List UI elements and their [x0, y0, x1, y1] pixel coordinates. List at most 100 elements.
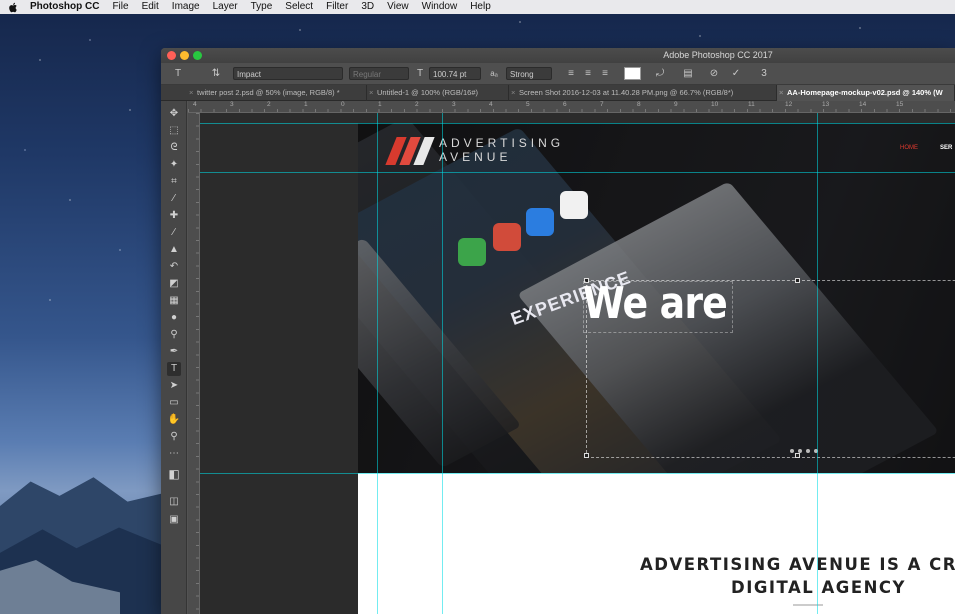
tab-screen-shot[interactable]: × Screen Shot 2016-12-03 at 11.40.28 PM.… — [509, 85, 777, 101]
ruler-number: 11 — [748, 101, 755, 108]
close-tab-icon[interactable]: × — [189, 85, 193, 101]
horizontal-ruler: 4 3 2 1 0 1 2 3 4 5 6 7 8 9 10 11 12 13 … — [188, 101, 955, 113]
dodge-tool-icon[interactable]: ⚲ — [167, 328, 181, 342]
guide-line[interactable] — [200, 123, 955, 124]
window-titlebar[interactable]: Adobe Photoshop CC 2017 — [161, 48, 955, 63]
guide-line[interactable] — [377, 113, 378, 614]
warp-text-icon[interactable]: ⤾ — [653, 67, 667, 80]
carousel-dot[interactable] — [806, 449, 810, 453]
text-color-swatch[interactable] — [624, 67, 641, 80]
canvas-pasteboard[interactable]: EXPERIENCE ADVERTISING AVENUE HOME SER W… — [200, 113, 955, 614]
menu-select[interactable]: Select — [285, 0, 313, 14]
guide-line[interactable] — [442, 113, 443, 614]
foreground-background-color-icon[interactable]: ◧ — [167, 467, 181, 481]
marquee-tool-icon[interactable]: ⬚ — [167, 124, 181, 138]
align-right-icon[interactable]: ≡ — [598, 67, 612, 80]
font-family-select[interactable]: Impact — [233, 67, 343, 80]
hero-headline[interactable]: We are — [583, 278, 728, 329]
hand-tool-icon[interactable]: ✋ — [167, 413, 181, 427]
crop-tool-icon[interactable]: ⌗ — [167, 175, 181, 189]
blur-tool-icon[interactable]: ● — [167, 311, 181, 325]
nav-services-link[interactable]: SER — [940, 145, 952, 151]
more-tools-icon[interactable]: ⋯ — [167, 447, 181, 461]
document-canvas[interactable]: EXPERIENCE ADVERTISING AVENUE HOME SER W… — [358, 123, 955, 614]
menu-edit[interactable]: Edit — [142, 0, 159, 14]
character-panel-icon[interactable]: ▤ — [681, 67, 695, 80]
rectangle-tool-icon[interactable]: ▭ — [167, 396, 181, 410]
cancel-edit-icon[interactable]: ⊘ — [707, 67, 721, 80]
tools-panel: ✥ ⬚ ᘓ ✦ ⌗ ⁄ ✚ ∕ ▲ ↶ ◩ ▦ ● ⚲ ✒ T ➤ ▭ ✋ ⚲ … — [161, 101, 187, 614]
eyedropper-tool-icon[interactable]: ⁄ — [167, 192, 181, 206]
guide-line[interactable] — [200, 172, 955, 173]
tab-label: Screen Shot 2016-12-03 at 11.40.28 PM.pn… — [519, 88, 734, 97]
safari-app-icon — [526, 208, 554, 236]
carousel-dot[interactable] — [798, 449, 802, 453]
ruler-number: 4 — [193, 101, 197, 108]
font-size-field[interactable]: 100.74 pt — [429, 67, 481, 80]
carousel-dots[interactable] — [790, 449, 818, 453]
tab-twitter-post[interactable]: × twitter post 2.psd @ 50% (image, RGB/8… — [187, 85, 367, 101]
menu-window[interactable]: Window — [422, 0, 458, 14]
3d-text-icon[interactable]: 3 — [757, 67, 771, 80]
guide-line[interactable] — [817, 113, 818, 614]
lasso-tool-icon[interactable]: ᘓ — [167, 141, 181, 155]
menu-view[interactable]: View — [387, 0, 409, 14]
history-brush-tool-icon[interactable]: ↶ — [167, 260, 181, 274]
toggle-orientation-icon[interactable]: ⇅ — [209, 67, 223, 80]
menu-app-name[interactable]: Photoshop CC — [30, 0, 99, 14]
font-style-select[interactable]: Regular — [349, 67, 409, 80]
transform-handle[interactable] — [795, 278, 800, 283]
transform-handle[interactable] — [795, 453, 800, 458]
menu-layer[interactable]: Layer — [213, 0, 238, 14]
logo-line-1: ADVERTISING — [439, 136, 565, 150]
ruler-number: 3 — [452, 101, 456, 108]
menu-help[interactable]: Help — [470, 0, 491, 14]
anti-alias-select[interactable]: Strong — [506, 67, 552, 80]
pen-tool-icon[interactable]: ✒ — [167, 345, 181, 359]
menu-3d[interactable]: 3D — [361, 0, 374, 14]
horizontal-type-tool-icon[interactable]: T — [167, 362, 181, 376]
tab-untitled-1[interactable]: × Untitled-1 @ 100% (RGB/16#) — [367, 85, 509, 101]
zoom-tool-icon[interactable]: ⚲ — [167, 430, 181, 444]
close-tab-icon[interactable]: × — [779, 85, 783, 101]
move-tool-icon[interactable]: ✥ — [167, 107, 181, 121]
type-tool-icon[interactable]: T — [171, 67, 185, 80]
ruler-number: 9 — [674, 101, 678, 108]
menu-filter[interactable]: Filter — [326, 0, 348, 14]
ruler-number: 10 — [711, 101, 719, 108]
brush-tool-icon[interactable]: ∕ — [167, 226, 181, 240]
clone-stamp-tool-icon[interactable]: ▲ — [167, 243, 181, 257]
nav-home-link[interactable]: HOME — [900, 145, 918, 151]
path-selection-tool-icon[interactable]: ➤ — [167, 379, 181, 393]
ruler-number: 13 — [822, 101, 830, 108]
quick-mask-icon[interactable]: ◫ — [167, 495, 181, 509]
healing-brush-tool-icon[interactable]: ✚ — [167, 209, 181, 223]
heading-underline — [793, 604, 823, 606]
logo-mark-icon — [383, 133, 435, 167]
vertical-ruler — [188, 113, 200, 614]
screen-mode-icon[interactable]: ▣ — [167, 513, 181, 527]
carousel-dot[interactable] — [790, 449, 794, 453]
menu-image[interactable]: Image — [172, 0, 200, 14]
guide-line[interactable] — [200, 473, 955, 474]
close-tab-icon[interactable]: × — [369, 85, 373, 101]
ruler-number: 0 — [341, 101, 345, 108]
menu-file[interactable]: File — [112, 0, 128, 14]
close-tab-icon[interactable]: × — [511, 85, 515, 101]
ruler-number: 1 — [304, 101, 308, 108]
ruler-number: 12 — [785, 101, 793, 108]
menu-type[interactable]: Type — [251, 0, 273, 14]
advertising-avenue-logo: ADVERTISING AVENUE — [383, 133, 564, 167]
tab-label: Untitled-1 @ 100% (RGB/16#) — [377, 88, 478, 97]
eraser-tool-icon[interactable]: ◩ — [167, 277, 181, 291]
align-left-icon[interactable]: ≡ — [564, 67, 578, 80]
apple-logo-icon[interactable] — [8, 2, 18, 13]
magic-wand-tool-icon[interactable]: ✦ — [167, 158, 181, 172]
ruler-number: 6 — [563, 101, 567, 108]
commit-edit-icon[interactable]: ✓ — [729, 67, 743, 80]
gradient-tool-icon[interactable]: ▦ — [167, 294, 181, 308]
ruler-number: 4 — [489, 101, 493, 108]
tab-aa-homepage-mockup[interactable]: × AA-Homepage-mockup-v02.psd @ 140% (W — [777, 85, 955, 101]
transform-handle[interactable] — [584, 453, 589, 458]
align-center-icon[interactable]: ≡ — [581, 67, 595, 80]
